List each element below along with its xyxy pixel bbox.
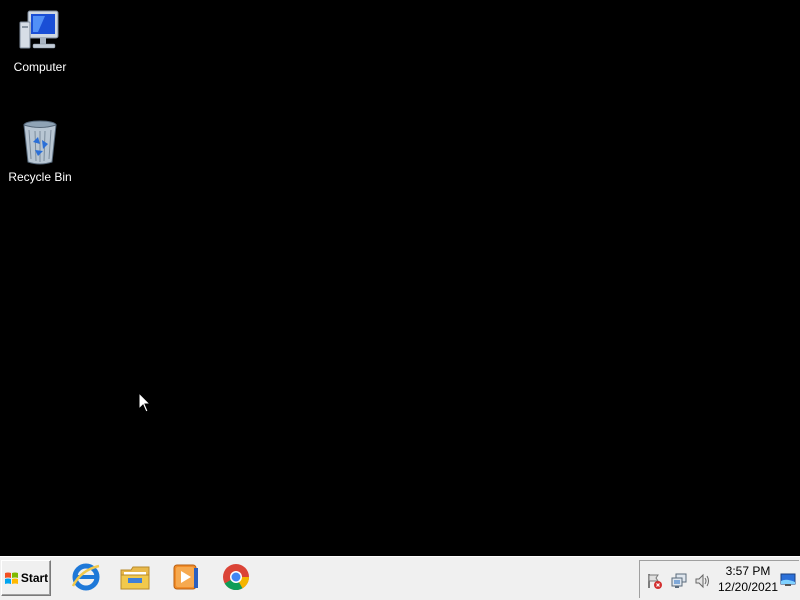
internet-explorer-icon bbox=[71, 562, 101, 597]
desktop-icon-label: Recycle Bin bbox=[8, 170, 72, 184]
computer-icon bbox=[16, 8, 64, 56]
windows-logo-icon bbox=[4, 571, 19, 586]
start-label: Start bbox=[20, 571, 49, 585]
action-center-icon[interactable] bbox=[646, 572, 664, 590]
taskbar-pin-file-explorer[interactable] bbox=[118, 562, 152, 596]
file-explorer-icon bbox=[119, 562, 151, 597]
taskbar-pin-media-player[interactable] bbox=[168, 562, 202, 596]
desktop-icon-computer[interactable]: Computer bbox=[2, 8, 78, 74]
clock[interactable]: 3:57 PM 12/20/2021 bbox=[716, 563, 780, 595]
show-desktop-icon[interactable] bbox=[780, 573, 796, 587]
clock-time: 3:57 PM bbox=[725, 564, 771, 578]
desktop-icon-label: Computer bbox=[13, 60, 67, 74]
chrome-icon bbox=[221, 562, 251, 597]
taskbar: Start 3:57 PM 12/20/2021 bbox=[0, 556, 800, 600]
network-icon[interactable] bbox=[670, 572, 688, 590]
desktop-icon-recycle-bin[interactable]: Recycle Bin bbox=[2, 118, 78, 184]
mouse-cursor-icon bbox=[138, 391, 152, 414]
media-player-icon bbox=[170, 562, 200, 597]
system-tray: 3:57 PM 12/20/2021 bbox=[639, 560, 799, 598]
recycle-bin-icon bbox=[16, 118, 64, 166]
desktop[interactable]: Computer Recycle Bin bbox=[0, 0, 800, 556]
taskbar-pin-chrome[interactable] bbox=[219, 562, 253, 596]
volume-icon[interactable] bbox=[694, 572, 712, 590]
taskbar-pin-internet-explorer[interactable] bbox=[69, 562, 103, 596]
start-button[interactable]: Start bbox=[1, 560, 51, 596]
clock-date: 12/20/2021 bbox=[717, 580, 779, 594]
